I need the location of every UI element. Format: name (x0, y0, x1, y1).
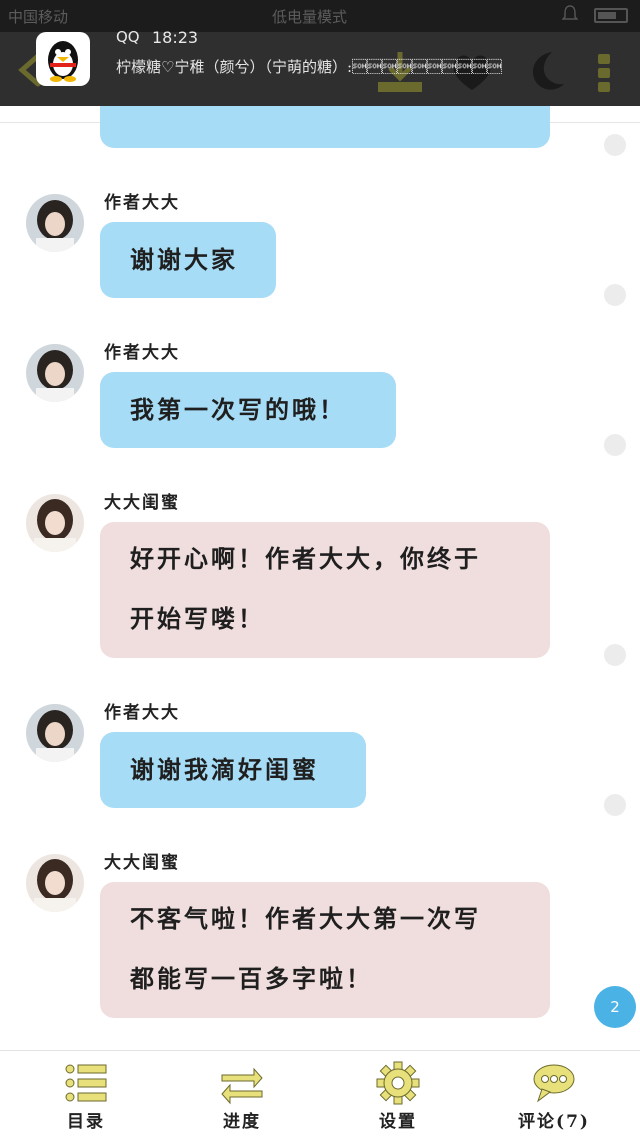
nav-catalog[interactable]: 目录 (26, 1051, 146, 1139)
bubble-text: 谢谢大家 (130, 245, 238, 274)
notification-app-name: QQ (116, 28, 140, 46)
author-avatar[interactable] (26, 344, 84, 402)
comment-bubble-icon (533, 1064, 575, 1103)
bubble-text: 谢谢我滴好闺蜜 (130, 755, 319, 784)
sender-name: 作者大大 (104, 703, 180, 723)
author-avatar[interactable] (26, 194, 84, 252)
nav-comments-label: 评论(7) (518, 1112, 590, 1132)
notification-time: 18:23 (152, 28, 199, 47)
read-indicator-dot (604, 794, 626, 816)
sender-name: 作者大大 (104, 343, 180, 363)
bottom-nav: 目录 进度 设置 评论(7) (0, 1050, 640, 1139)
chat-bubble: 谢谢我滴好闺蜜 (100, 732, 366, 808)
list-icon (65, 1064, 107, 1102)
chat-bubble: 好开心啊！作者大大，你终于 开始写喽！ (100, 522, 550, 658)
read-indicator-dot (604, 284, 626, 306)
chat-bubble: 谢谢大家 (100, 222, 276, 298)
nav-progress-label: 进度 (223, 1112, 261, 1132)
qq-notification-banner[interactable]: QQ 18:23 柠檬糖♡宁稚（颜兮）（宁萌的糖）: (0, 14, 640, 86)
chat-bubble: 不客气啦！作者大大第一次写 都能写一百多字啦！ (100, 882, 550, 1018)
bubble-text-line: 开始写喽！ (130, 604, 265, 633)
bubble-text-line: 都能写一百多字啦！ (130, 964, 373, 993)
friend-avatar[interactable] (26, 854, 84, 912)
bubble-text: 我第一次写的哦！ (130, 395, 346, 424)
friend-avatar[interactable] (26, 494, 84, 552)
sender-name: 作者大大 (104, 193, 180, 213)
sender-name: 大大闺蜜 (104, 493, 180, 513)
read-indicator-dot (604, 134, 626, 156)
read-indicator-dot (604, 434, 626, 456)
nav-progress[interactable]: 进度 (182, 1051, 302, 1139)
gear-icon (376, 1061, 420, 1105)
nav-settings[interactable]: 设置 (338, 1051, 458, 1139)
nav-catalog-label: 目录 (67, 1112, 105, 1132)
qq-penguin-icon (36, 32, 90, 86)
chat-bubble: 我第一次写的哦！ (100, 372, 396, 448)
nav-settings-label: 设置 (379, 1112, 417, 1132)
previous-message-bubble (100, 106, 550, 148)
sender-name: 大大闺蜜 (104, 853, 180, 873)
bubble-text-line: 好开心啊！作者大大，你终于 (130, 544, 481, 573)
author-avatar[interactable] (26, 704, 84, 762)
notification-message: 柠檬糖♡宁稚（颜兮）（宁萌的糖）: (116, 58, 503, 76)
bubble-text-line: 不客气啦！作者大大第一次写 (130, 904, 481, 933)
progress-arrows-icon (221, 1067, 263, 1105)
read-indicator-dot (604, 644, 626, 666)
unread-count-button[interactable]: 2 (594, 986, 636, 1028)
chat-story-area[interactable]: 作者大大 谢谢大家 作者大大 我第一次写的哦！ 大大闺蜜 好开心啊！作者大大，你… (0, 106, 640, 1050)
nav-comments[interactable]: 评论(7) (494, 1051, 614, 1139)
